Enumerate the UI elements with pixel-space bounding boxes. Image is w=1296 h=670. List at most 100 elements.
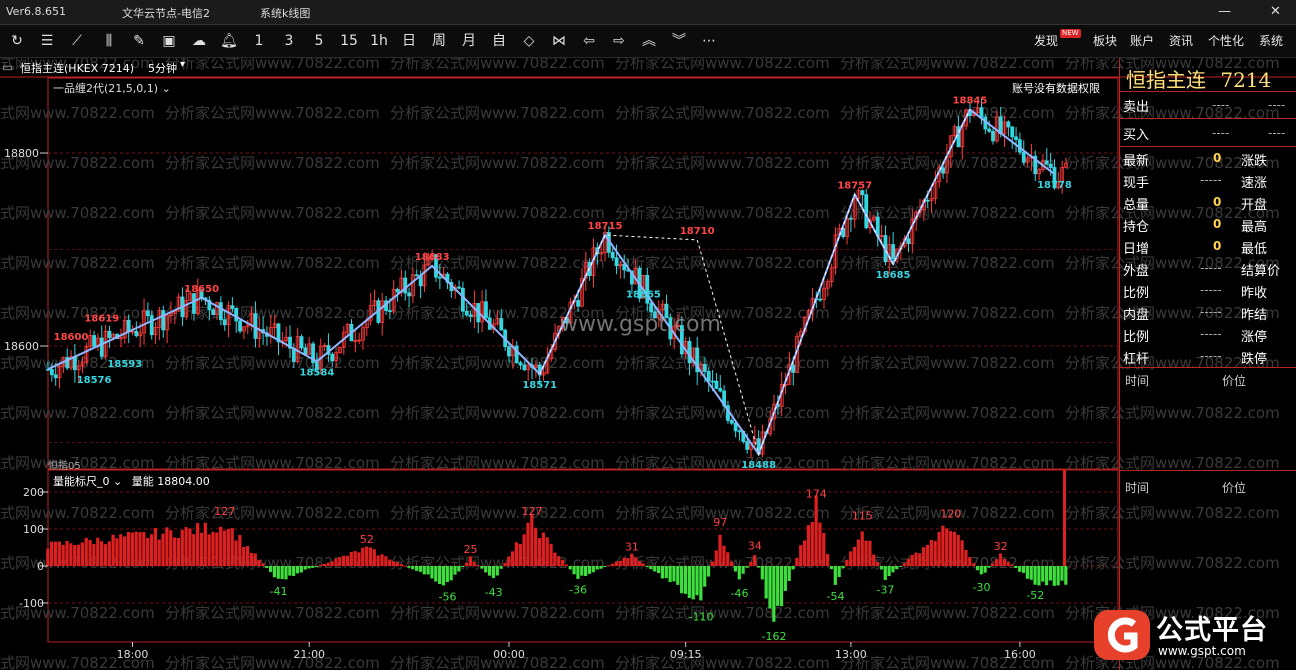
- volume-bar: [464, 562, 469, 566]
- period-15min-button[interactable]: 15: [336, 28, 362, 54]
- volume-bar: [430, 566, 434, 579]
- close-icon[interactable]: ✕: [1270, 4, 1281, 19]
- quote-field-label: 持仓: [1123, 220, 1150, 235]
- chevron-down-icon[interactable]: ︾: [666, 28, 692, 54]
- candlestick-icon[interactable]: ⫼: [96, 28, 122, 54]
- gspt-logo: 公式平台 www.gspt.com: [1092, 606, 1288, 664]
- volume-bar: [161, 533, 165, 566]
- chart-area[interactable]: 分析家公式网www.70822.com 分析家公式网www.70822.com 分析…: [0, 58, 1296, 670]
- candle-body: [387, 310, 392, 313]
- personalize-menu[interactable]: 个性化: [1208, 32, 1244, 49]
- candle-body: [745, 441, 750, 450]
- period-3min-button[interactable]: 3: [276, 28, 302, 54]
- volume-indicator-name: 量能标尺_0: [53, 475, 110, 488]
- volume-bar: [541, 532, 545, 566]
- volume-bar: [1014, 566, 1018, 569]
- list-icon[interactable]: ☰: [34, 28, 60, 54]
- window-icon[interactable]: ▣: [156, 28, 182, 54]
- period-day-button[interactable]: 日: [396, 28, 422, 54]
- volume-bar: [956, 534, 960, 566]
- chevron-up-icon[interactable]: ︽: [636, 28, 662, 54]
- candle-body: [126, 319, 131, 333]
- title-bar: Ver6.8.651 文华云节点-电信2 系统k线图 — ✕: [0, 0, 1296, 25]
- system-menu[interactable]: 系统: [1259, 32, 1283, 49]
- period-selector[interactable]: 5分钟: [148, 60, 177, 76]
- indicator-label[interactable]: 一品缠2代(21,5,0,1) ⌄: [53, 80, 171, 96]
- pivot-label: 18715: [588, 221, 623, 232]
- volume-bar: [787, 566, 791, 582]
- sector-menu[interactable]: 板块: [1093, 32, 1117, 49]
- volume-bar: [334, 558, 338, 566]
- period-week-button[interactable]: 周: [426, 28, 452, 54]
- volume-label: 127: [522, 505, 543, 518]
- volume-bar: [906, 559, 910, 566]
- volume-label: -110: [689, 611, 714, 624]
- volume-bar: [991, 563, 995, 566]
- minimize-icon[interactable]: —: [1218, 4, 1231, 19]
- bell-icon[interactable]: 🔔︎: [216, 28, 242, 54]
- volume-label: -37: [876, 584, 894, 597]
- arrow-left-icon[interactable]: ⇦: [576, 28, 602, 54]
- volume-bar: [253, 553, 257, 566]
- volume-bar: [833, 566, 837, 585]
- news-menu[interactable]: 资讯: [1169, 32, 1193, 49]
- volume-bar: [856, 539, 860, 566]
- candle-body: [218, 302, 223, 321]
- collapse-icon[interactable]: ▭: [2, 60, 13, 74]
- chevron-down-icon[interactable]: ⌄: [162, 82, 171, 95]
- period-5min-button[interactable]: 5: [306, 28, 332, 54]
- volume-bar: [65, 540, 69, 566]
- volume-bar: [891, 566, 895, 573]
- zoom-in-icon[interactable]: ◇: [516, 28, 542, 54]
- more-icon[interactable]: ⋯: [696, 28, 722, 54]
- volume-bar: [860, 531, 864, 566]
- dropdown-icon[interactable]: ▾: [180, 59, 185, 70]
- volume-bar: [753, 555, 757, 566]
- volume-indicator-label[interactable]: 量能标尺_0 ⌄ 量能 18804.00: [53, 473, 210, 489]
- volume-bar: [484, 566, 488, 573]
- watermark-repeat: 分析家公式网www.70822.com: [165, 154, 380, 172]
- discover-menu[interactable]: 发现: [1034, 32, 1058, 49]
- volume-label: 52: [360, 533, 374, 546]
- cloud-icon[interactable]: ☁: [186, 28, 212, 54]
- volume-bar: [622, 557, 626, 566]
- volume-bar: [46, 548, 50, 566]
- line-chart-icon[interactable]: ⟋: [64, 28, 90, 54]
- candle-body: [1021, 151, 1026, 163]
- volume-bar: [722, 545, 726, 566]
- volume-bar: [434, 566, 438, 582]
- volume-bar: [338, 557, 342, 566]
- quote-field-label: 涨跌: [1241, 154, 1268, 169]
- volume-label: 174: [806, 488, 827, 501]
- volume-bar: [391, 561, 396, 566]
- drawing-tool-icon[interactable]: ✎: [126, 28, 152, 54]
- watermark-repeat: 分析家公式网www.70822.com: [165, 304, 380, 322]
- period-custom-button[interactable]: 自: [486, 28, 512, 54]
- watermark-repeat: 分析家公式网www.70822.com: [840, 304, 1055, 322]
- volume-bar: [418, 566, 423, 572]
- time-tick-label: 18:00: [117, 648, 149, 661]
- account-menu[interactable]: 账户: [1130, 32, 1154, 49]
- candle-body: [614, 257, 619, 267]
- refresh-icon[interactable]: ↻: [4, 28, 30, 54]
- volume-bar: [733, 566, 738, 572]
- arrow-right-icon[interactable]: ⇨: [606, 28, 632, 54]
- candle-body: [522, 364, 527, 371]
- zoom-out-icon[interactable]: ⋈: [546, 28, 572, 54]
- window-menu-label[interactable]: 系统k线图: [260, 5, 310, 21]
- time-tick-label: 16:00: [1004, 648, 1036, 661]
- volume-bar: [468, 556, 472, 566]
- time-header: 时间: [1125, 374, 1150, 388]
- period-month-button[interactable]: 月: [456, 28, 482, 54]
- watermark-repeat: 分析家公式网www.70822.com: [840, 254, 1055, 272]
- volume-bar: [699, 566, 703, 601]
- period-1min-button[interactable]: 1: [246, 28, 272, 54]
- server-node-label[interactable]: 文华云节点-电信2: [122, 5, 210, 21]
- volume-bar: [107, 541, 111, 566]
- volume-bar: [180, 530, 184, 566]
- candle-body: [710, 380, 715, 383]
- quote-field-value: -----: [1200, 261, 1222, 275]
- period-1h-button[interactable]: 1h: [366, 28, 392, 54]
- chevron-down-icon[interactable]: ⌄: [113, 475, 122, 488]
- volume-bar: [657, 566, 661, 574]
